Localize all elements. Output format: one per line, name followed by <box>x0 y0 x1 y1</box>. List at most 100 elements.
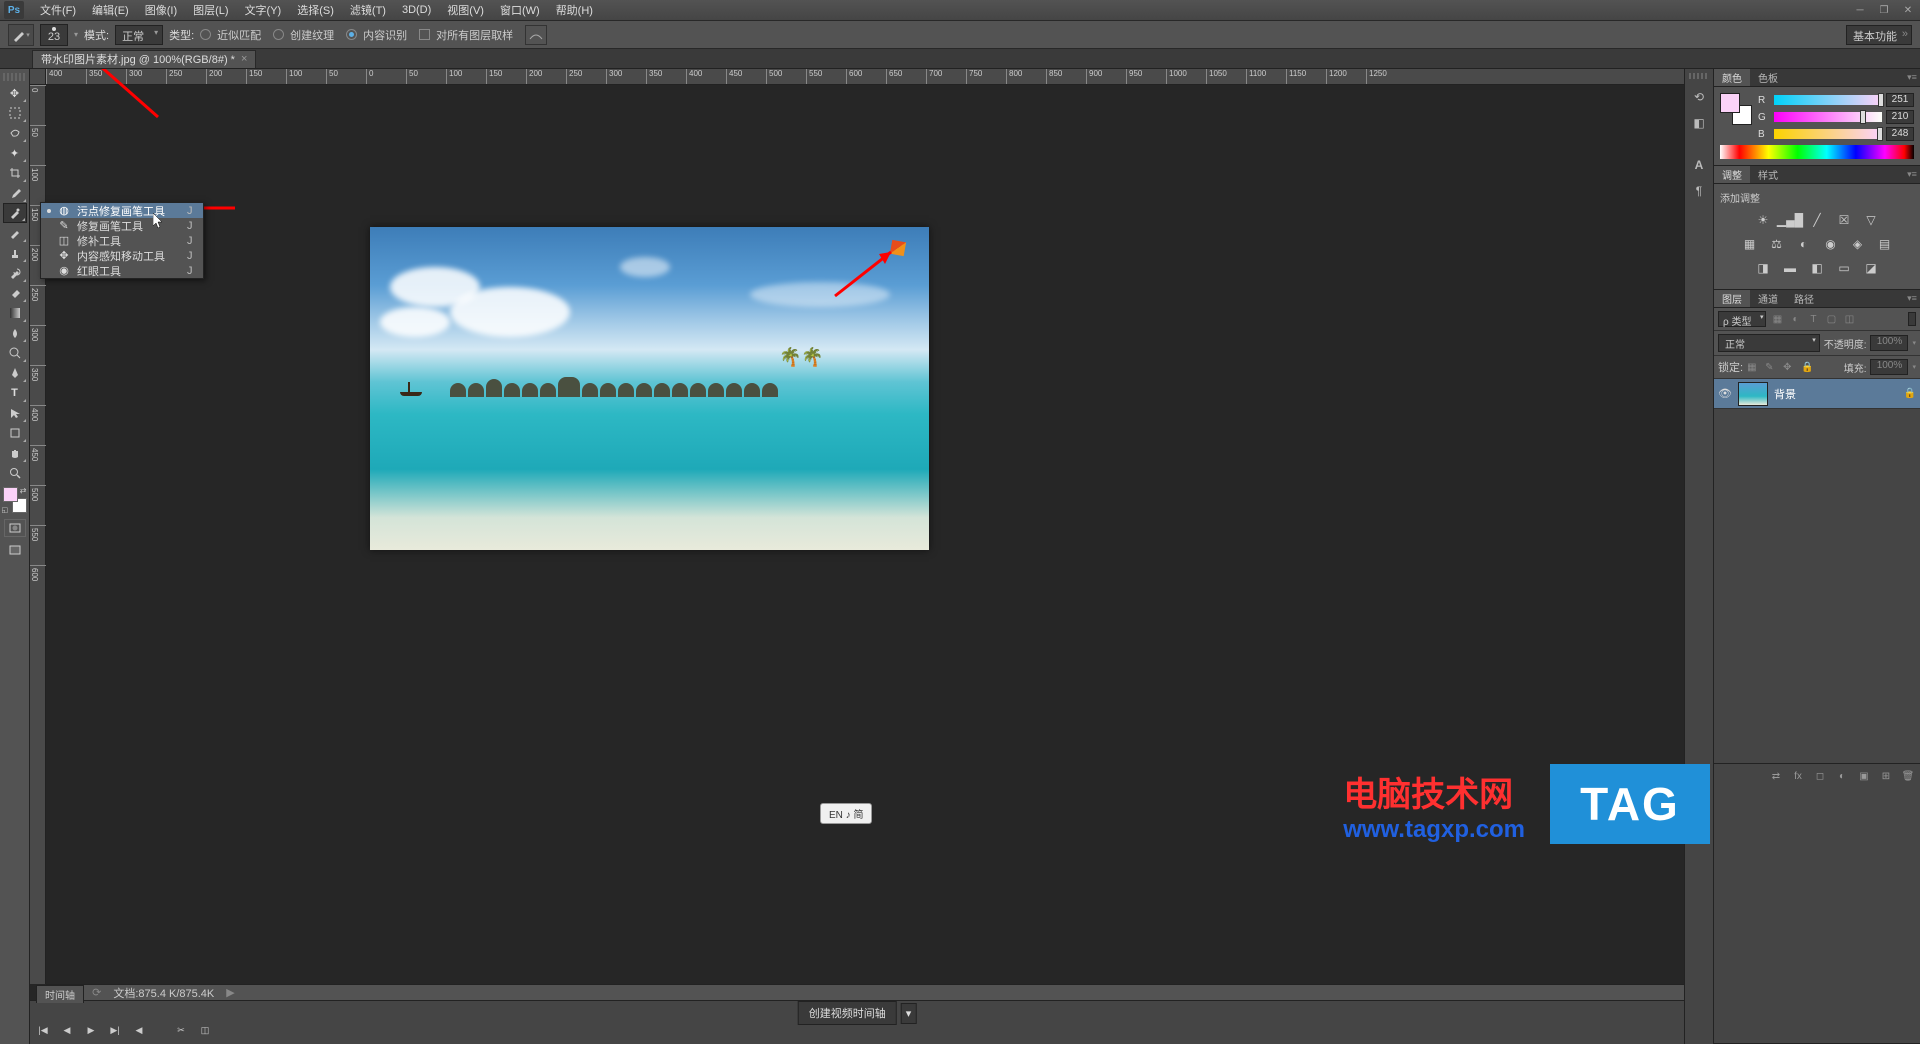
color-balance-icon[interactable]: ⚖ <box>1768 235 1786 253</box>
layer-visibility-icon[interactable]: 👁 <box>1718 387 1732 400</box>
filter-adjustment-icon[interactable]: ◐ <box>1788 312 1802 326</box>
wand-tool[interactable]: ✦ <box>3 143 27 163</box>
eraser-tool[interactable] <box>3 283 27 303</box>
lock-image-icon[interactable]: ✎ <box>1765 362 1779 373</box>
layers-panel-menu[interactable]: ▾≡ <box>1904 290 1920 307</box>
zoom-tool[interactable] <box>3 463 27 483</box>
pen-tool[interactable] <box>3 363 27 383</box>
type-content-aware-option[interactable]: 内容识别 <box>346 27 407 43</box>
delete-layer-icon[interactable]: 🗑 <box>1900 768 1916 784</box>
menu-view[interactable]: 视图(V) <box>439 0 492 20</box>
b-slider[interactable] <box>1774 129 1882 139</box>
mode-dropdown[interactable]: 正常 <box>115 25 163 45</box>
layer-row-background[interactable]: 👁 背景 🔒 <box>1714 379 1920 409</box>
color-panel-swatches[interactable] <box>1720 93 1752 125</box>
ruler-horizontal[interactable]: 4003503002502001501005005010015020025030… <box>46 69 1684 85</box>
lock-position-icon[interactable]: ✥ <box>1783 362 1797 373</box>
history-panel-icon[interactable]: ⟲ <box>1687 85 1711 109</box>
toolbox-grip[interactable] <box>3 73 27 81</box>
link-layers-icon[interactable]: ⇄ <box>1768 768 1784 784</box>
dock-grip[interactable] <box>1689 73 1709 79</box>
r-value[interactable]: 251 <box>1886 93 1914 107</box>
status-info-arrow[interactable]: ▶ <box>226 986 234 999</box>
channels-tab[interactable]: 通道 <box>1750 290 1786 307</box>
hue-sat-icon[interactable]: ▦ <box>1741 235 1759 253</box>
window-close[interactable]: ✕ <box>1896 1 1920 19</box>
posterize-icon[interactable]: ▬ <box>1781 259 1799 277</box>
channel-mixer-icon[interactable]: ◈ <box>1849 235 1867 253</box>
filter-shape-icon[interactable]: ▢ <box>1824 312 1838 326</box>
path-selection-tool[interactable] <box>3 403 27 423</box>
window-maximize[interactable]: ❐ <box>1872 1 1896 19</box>
timeline-type-dropdown[interactable]: ▾ <box>901 1003 917 1024</box>
timeline-tab[interactable]: 时间轴 <box>36 985 84 1003</box>
color-ramp[interactable] <box>1720 145 1914 159</box>
type-tool[interactable]: T <box>3 383 27 403</box>
invert-icon[interactable]: ◨ <box>1754 259 1772 277</box>
filter-pixel-icon[interactable]: ▦ <box>1770 312 1784 326</box>
healing-brush-tool[interactable] <box>3 203 27 223</box>
menu-filter[interactable]: 滤镜(T) <box>342 0 394 20</box>
flyout-item-2[interactable]: ◫修补工具J <box>41 233 203 248</box>
lasso-tool[interactable] <box>3 123 27 143</box>
g-value[interactable]: 210 <box>1886 110 1914 124</box>
lock-all-icon[interactable]: 🔒 <box>1801 362 1815 373</box>
paragraph-panel-icon[interactable]: ¶ <box>1687 179 1711 203</box>
document-info[interactable]: 文档:875.4 K/875.4K <box>113 985 214 1001</box>
menu-image[interactable]: 图像(I) <box>137 0 185 20</box>
color-tab[interactable]: 颜色 <box>1714 69 1750 86</box>
layer-name[interactable]: 背景 <box>1774 386 1796 402</box>
brush-tool[interactable] <box>3 223 27 243</box>
layer-lock-icon[interactable]: 🔒 <box>1904 388 1916 399</box>
timeline-cut-icon[interactable]: ✂ <box>174 1023 188 1037</box>
dodge-tool[interactable] <box>3 343 27 363</box>
styles-tab[interactable]: 样式 <box>1750 166 1786 183</box>
fill-field[interactable]: 100% <box>1870 359 1908 375</box>
ruler-origin[interactable] <box>30 69 46 85</box>
default-colors-icon[interactable]: ◱ <box>2 506 9 514</box>
levels-icon[interactable]: ▁▄█ <box>1781 211 1799 229</box>
gradient-tool[interactable] <box>3 303 27 323</box>
menu-window[interactable]: 窗口(W) <box>492 0 548 20</box>
menu-edit[interactable]: 编辑(E) <box>84 0 137 20</box>
quickmask-toggle[interactable] <box>4 519 26 537</box>
brush-picker[interactable]: 23 <box>40 24 68 46</box>
r-slider[interactable] <box>1774 95 1882 105</box>
history-brush-tool[interactable] <box>3 263 27 283</box>
color-swatches[interactable]: ⇄ ◱ <box>3 487 27 513</box>
flyout-item-4[interactable]: ◉红眼工具J <box>41 263 203 278</box>
workspace-switcher[interactable]: 基本功能 <box>1846 25 1912 45</box>
opacity-field[interactable]: 100% <box>1870 335 1908 351</box>
marquee-tool[interactable] <box>3 103 27 123</box>
type-proximity-option[interactable]: 近似匹配 <box>200 27 261 43</box>
filter-smart-icon[interactable]: ◫ <box>1842 312 1856 326</box>
eyedropper-tool[interactable] <box>3 183 27 203</box>
menu-type[interactable]: 文字(Y) <box>237 0 290 20</box>
photo-filter-icon[interactable]: ◉ <box>1822 235 1840 253</box>
selective-color-icon[interactable]: ◪ <box>1862 259 1880 277</box>
swatches-tab[interactable]: 色板 <box>1750 69 1786 86</box>
color-panel-fg-swatch[interactable] <box>1720 93 1740 113</box>
curves-icon[interactable]: ╱ <box>1808 211 1826 229</box>
new-group-icon[interactable]: ▣ <box>1856 768 1872 784</box>
color-lookup-icon[interactable]: ▤ <box>1876 235 1894 253</box>
adjustments-tab[interactable]: 调整 <box>1714 166 1750 183</box>
status-arrow-icon[interactable]: ⟳ <box>92 986 101 999</box>
gradient-map-icon[interactable]: ▭ <box>1835 259 1853 277</box>
sample-all-layers-checkbox[interactable]: 对所有图层取样 <box>419 27 513 43</box>
g-slider[interactable] <box>1774 112 1882 122</box>
layer-filter-toggle[interactable] <box>1908 312 1916 326</box>
paths-tab[interactable]: 路径 <box>1786 290 1822 307</box>
timeline-last-frame[interactable]: ◀ <box>132 1023 146 1037</box>
foreground-color-swatch[interactable] <box>3 487 18 502</box>
adjustments-panel-menu[interactable]: ▾≡ <box>1904 166 1920 183</box>
timeline-next-frame[interactable]: ▶| <box>108 1023 122 1037</box>
type-texture-option[interactable]: 创建纹理 <box>273 27 334 43</box>
new-layer-icon[interactable]: ⊞ <box>1878 768 1894 784</box>
blend-mode-dropdown[interactable]: 正常 <box>1718 334 1820 352</box>
document-tab[interactable]: 带水印图片素材.jpg @ 100%(RGB/8#) * × <box>32 50 256 68</box>
layer-mask-icon[interactable]: ◻ <box>1812 768 1828 784</box>
vibrance-icon[interactable]: ▽ <box>1862 211 1880 229</box>
timeline-transition-icon[interactable]: ◫ <box>198 1023 212 1037</box>
menu-3d[interactable]: 3D(D) <box>394 2 439 18</box>
